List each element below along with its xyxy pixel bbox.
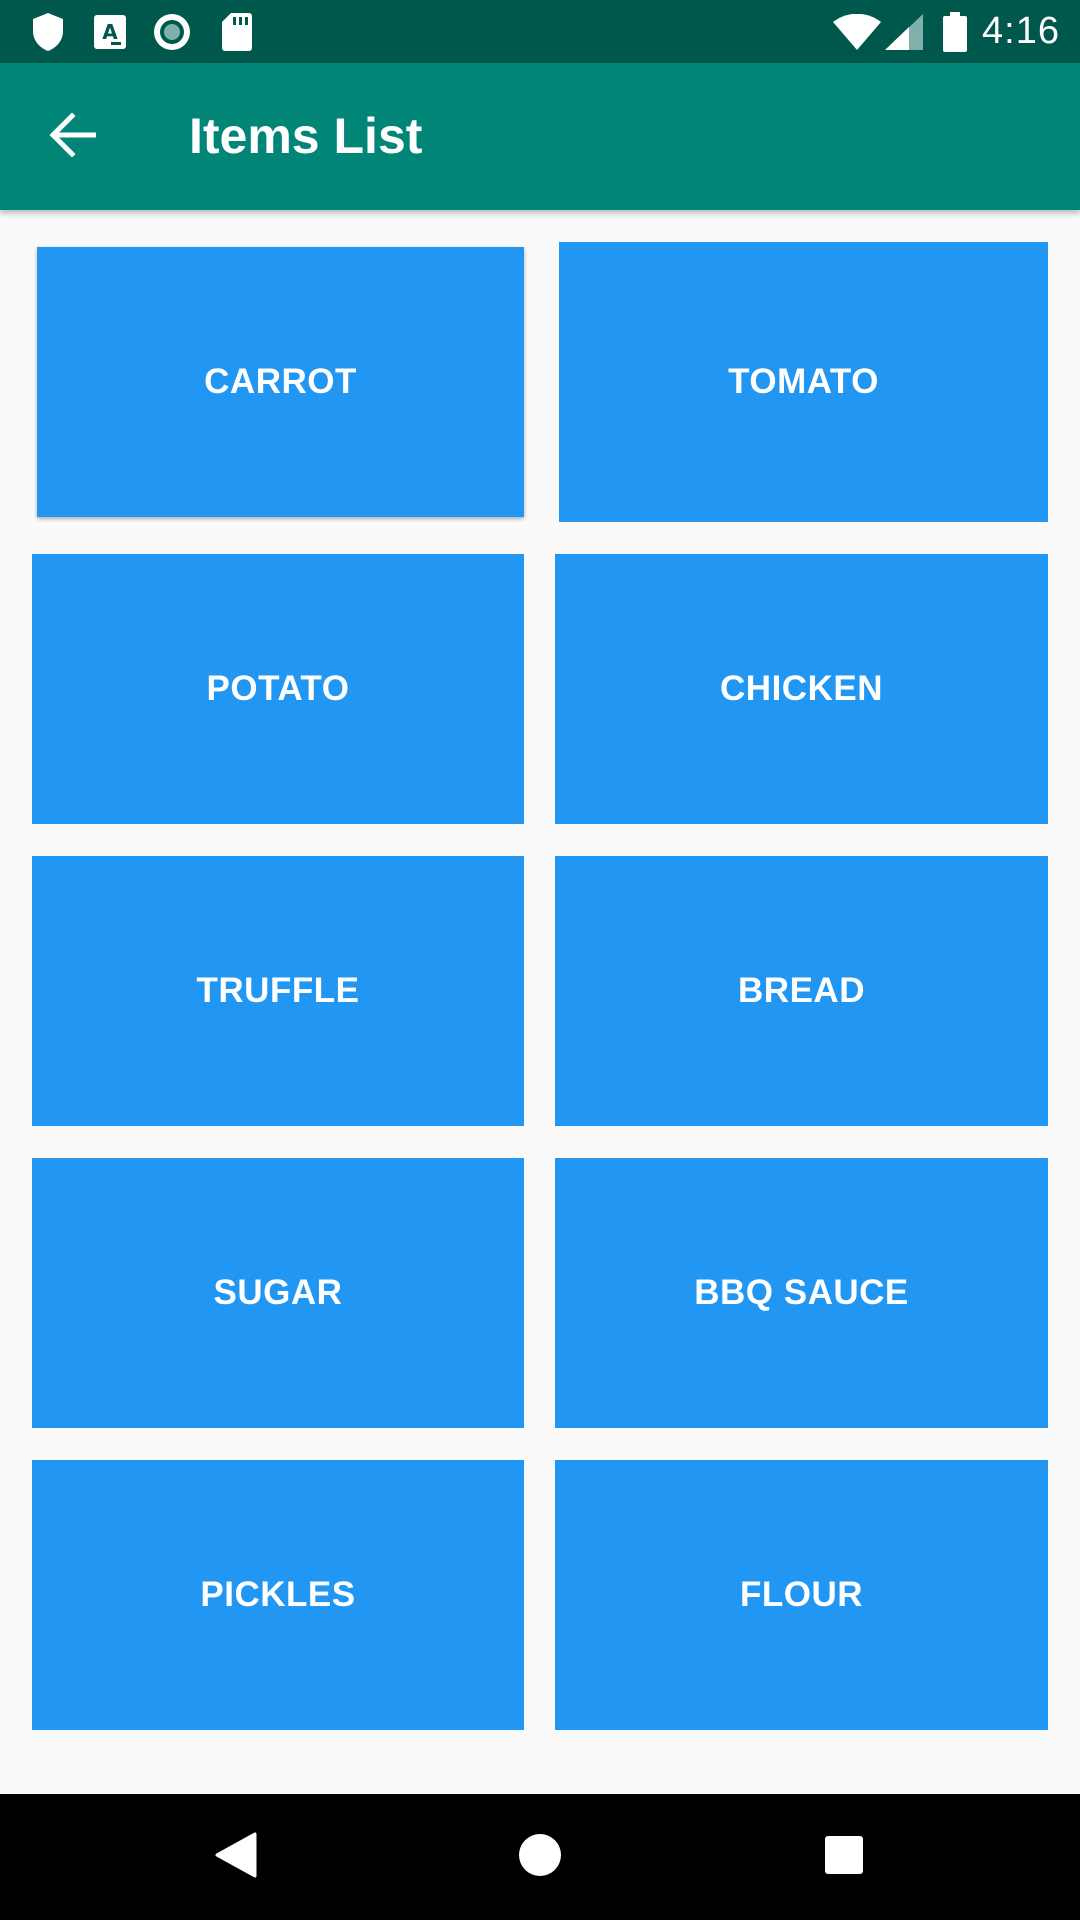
item-carrot[interactable]: CARROT: [37, 247, 524, 517]
back-triangle-icon: [215, 1832, 257, 1883]
item-truffle[interactable]: TRUFFLE: [32, 856, 524, 1126]
back-button[interactable]: [30, 95, 114, 179]
status-bar: A 4:16: [0, 0, 1080, 63]
navigation-bar: [0, 1794, 1080, 1920]
status-time: 4:16: [982, 10, 1060, 52]
item-bbq-sauce[interactable]: BBQ SAUCE: [555, 1158, 1048, 1428]
item-tomato[interactable]: TOMATO: [559, 242, 1048, 522]
record-icon: [152, 0, 192, 63]
nav-home-button[interactable]: [477, 1794, 603, 1920]
item-chicken[interactable]: CHICKEN: [555, 554, 1048, 824]
sd-card-icon: [220, 0, 254, 63]
text-app-icon: A: [92, 0, 128, 63]
wifi-icon: [832, 0, 882, 63]
home-circle-icon: [518, 1833, 562, 1882]
recents-square-icon: [824, 1835, 864, 1880]
arrow-back-icon: [48, 111, 97, 162]
nav-back-button[interactable]: [173, 1794, 299, 1920]
item-bread[interactable]: BREAD: [555, 856, 1048, 1126]
item-potato[interactable]: POTATO: [32, 554, 524, 824]
item-sugar[interactable]: SUGAR: [32, 1158, 524, 1428]
shield-icon: [28, 0, 68, 63]
page-title: Items List: [189, 108, 423, 164]
battery-icon: [942, 0, 968, 63]
app-bar: Items List: [0, 63, 1080, 210]
item-pickles[interactable]: PICKLES: [32, 1460, 524, 1730]
signal-icon: [884, 0, 924, 63]
svg-text:A: A: [102, 20, 118, 44]
item-flour[interactable]: FLOUR: [555, 1460, 1048, 1730]
nav-recents-button[interactable]: [781, 1794, 907, 1920]
items-grid: CARROT TOMATO POTATO CHICKEN TRUFFLE BRE…: [0, 210, 1080, 1794]
